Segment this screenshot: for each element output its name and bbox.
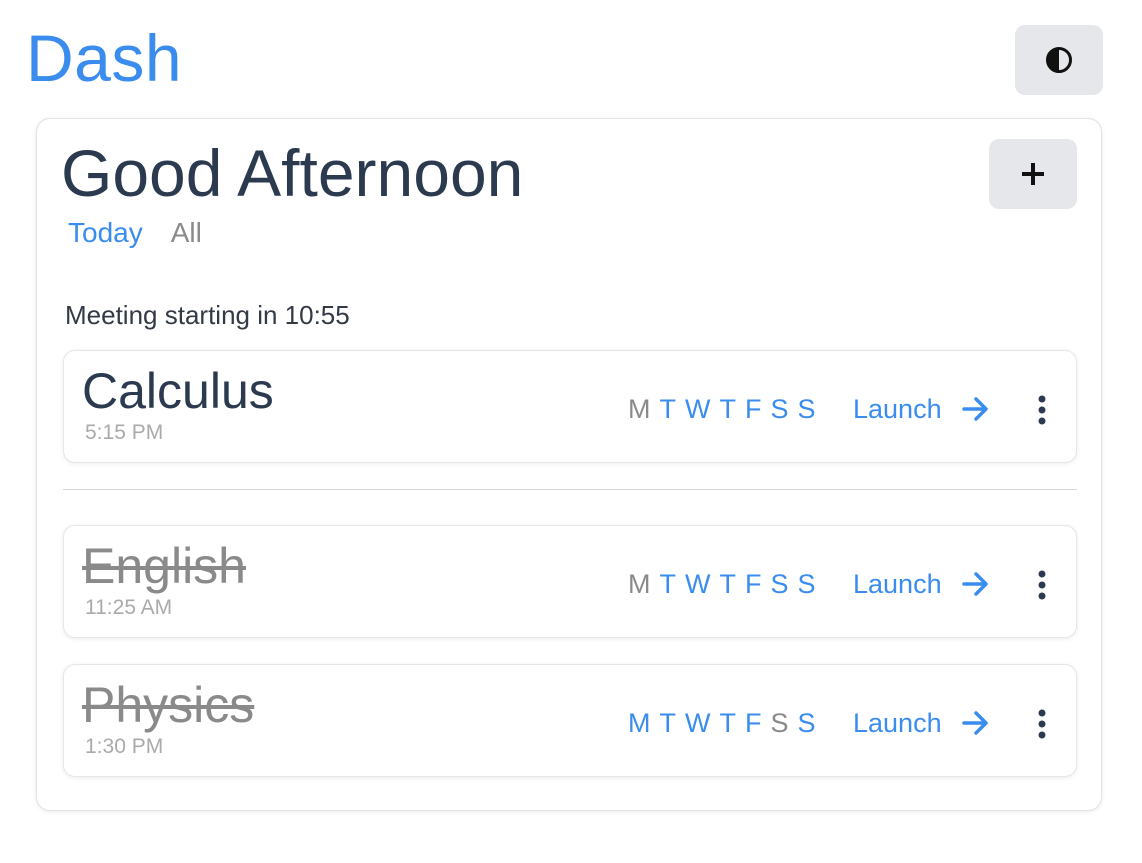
launch-link[interactable]: Launch [853, 392, 990, 426]
day-toggle-wed[interactable]: W [685, 392, 710, 426]
day-toggle-tue[interactable]: T [660, 567, 677, 601]
more-vertical-icon [1038, 395, 1046, 425]
more-vertical-icon [1038, 709, 1046, 739]
day-toggle-mon[interactable]: M [628, 392, 651, 426]
meeting-time: 1:30 PM [85, 735, 164, 758]
day-toggle-thu[interactable]: T [719, 706, 736, 740]
more-options-button[interactable] [1030, 570, 1054, 600]
arrow-right-icon [961, 572, 988, 596]
meeting-card: Calculus 5:15 PM M T W T F S S Launch [63, 350, 1077, 463]
meeting-name: Physics [82, 677, 255, 733]
day-toggle-sat[interactable]: S [770, 567, 788, 601]
day-toggle-sat[interactable]: S [770, 392, 788, 426]
meetings-panel: Good Afternoon Today All Meeting startin… [36, 118, 1102, 811]
launch-label: Launch [853, 394, 942, 424]
day-toggle-tue[interactable]: T [660, 706, 677, 740]
meeting-days: M T W T F S S [628, 392, 816, 426]
more-options-button[interactable] [1030, 395, 1054, 425]
day-toggle-wed[interactable]: W [685, 706, 710, 740]
day-toggle-thu[interactable]: T [719, 567, 736, 601]
day-toggle-sat[interactable]: S [770, 706, 788, 740]
day-toggle-sun[interactable]: S [798, 706, 816, 740]
launch-link[interactable]: Launch [853, 706, 990, 740]
day-toggle-sun[interactable]: S [798, 392, 816, 426]
meeting-name: English [82, 538, 246, 594]
launch-label: Launch [853, 569, 942, 599]
day-toggle-fri[interactable]: F [745, 706, 762, 740]
arrow-right-icon [961, 397, 988, 421]
meeting-days: M T W T F S S [628, 706, 816, 740]
arrow-right-icon [961, 711, 988, 735]
meeting-countdown: Meeting starting in 10:55 [65, 300, 350, 330]
more-options-button[interactable] [1030, 709, 1054, 739]
meeting-name: Calculus [82, 363, 274, 419]
divider [63, 489, 1077, 490]
day-toggle-fri[interactable]: F [745, 392, 762, 426]
day-toggle-sun[interactable]: S [798, 567, 816, 601]
plus-icon [1022, 163, 1044, 185]
tab-all[interactable]: All [171, 217, 202, 249]
add-meeting-button[interactable] [989, 139, 1077, 209]
day-toggle-fri[interactable]: F [745, 567, 762, 601]
meeting-days: M T W T F S S [628, 567, 816, 601]
day-toggle-mon[interactable]: M [628, 567, 651, 601]
filter-tabs: Today All [68, 217, 202, 249]
meeting-card: Physics 1:30 PM M T W T F S S Launch [63, 664, 1077, 777]
launch-link[interactable]: Launch [853, 567, 990, 601]
app-title: Dash [26, 21, 183, 95]
launch-label: Launch [853, 708, 942, 738]
theme-toggle-button[interactable] [1015, 25, 1103, 95]
meeting-time: 5:15 PM [85, 421, 164, 444]
meeting-card: English 11:25 AM M T W T F S S Launch [63, 525, 1077, 638]
tab-today[interactable]: Today [68, 217, 143, 249]
greeting-heading: Good Afternoon [61, 136, 524, 210]
more-vertical-icon [1038, 570, 1046, 600]
day-toggle-wed[interactable]: W [685, 567, 710, 601]
contrast-icon [1046, 47, 1072, 73]
day-toggle-thu[interactable]: T [719, 392, 736, 426]
day-toggle-mon[interactable]: M [628, 706, 651, 740]
meeting-time: 11:25 AM [85, 596, 173, 619]
day-toggle-tue[interactable]: T [660, 392, 677, 426]
